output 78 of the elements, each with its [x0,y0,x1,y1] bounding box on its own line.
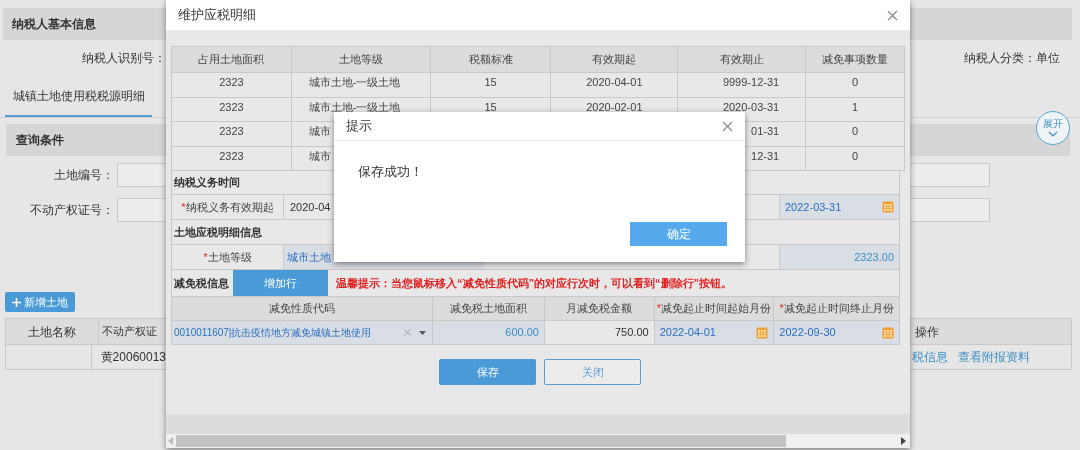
select-field[interactable]: 0010011607|抗击疫情地方减免城镇土地使用 [172,321,434,344]
table-cell: 15 [484,76,497,88]
field-label: 纳税人分类：单位 [964,50,1060,67]
add-land-button[interactable]: 新增土地 [5,292,75,312]
dialog-title: 提示 [346,117,372,136]
column-header: 占用土地面积 [172,47,292,73]
dialog-title: 维护应税明细 [178,6,256,25]
column-header: 土地等级 [291,47,431,73]
field-label: *纳税义务有效期起 [172,195,284,219]
table-cell: 0 [852,125,859,137]
table-cell: 2323 [219,100,244,113]
calendar-icon[interactable] [882,201,894,213]
calendar-icon[interactable] [756,326,769,339]
message-text: 保存成功！ [358,164,423,179]
table-cell: 2020-04-01 [586,76,643,88]
table-link[interactable]: 税信息 [912,348,948,366]
chevron-down-icon [1048,131,1058,137]
field-value: 2020-04 [290,199,331,215]
column-header: 不动产权证 [101,324,158,340]
column-header: 月减免税金额 [544,297,655,321]
input-field[interactable] [910,198,990,222]
calendar-icon[interactable] [882,326,894,339]
tab[interactable]: 城镇土地使用税税源明细 [5,77,152,117]
scroll-right-icon[interactable] [899,437,907,445]
table-cell: 12-31 [751,149,780,162]
section-title: 查询条件 [16,132,64,149]
scrollbar[interactable] [166,434,910,448]
caret-icon [419,330,427,335]
table-cell: 0 [852,149,859,162]
table-cell: 城市 [308,125,331,137]
date-field[interactable]: 2022-04-01 [654,321,775,344]
number-field[interactable]: 2323.00 [779,245,899,269]
column-header: 有效期起 [551,47,679,73]
table-cell: 750.00 [544,321,655,344]
column-header: 土地名称 [6,319,99,344]
table-cell: 城市土地-一级土地 [308,76,401,88]
section-title: 减免税信息 [174,275,229,291]
table-cell: 9999-12-31 [722,76,780,88]
date-field[interactable]: 2022-09-30 [774,321,899,344]
table-cell: 15 [484,100,497,113]
field-label: 纳税人识别号： [82,50,166,67]
table-cell: 2323 [219,149,244,162]
date-field[interactable]: 2022-03-31 [779,195,899,219]
add-row-button[interactable]: 增加行 [233,270,328,296]
close-icon[interactable] [887,9,898,21]
table-cell: 0 [852,76,859,88]
field-label: 土地编号： [54,167,115,184]
section-title: 纳税义务时间 [174,175,240,191]
table-link[interactable]: 查看附报资料 [958,348,1030,366]
section-title: 纳税人基本信息 [12,16,96,33]
table-cell: 2323 [219,76,244,88]
scroll-left-icon[interactable] [167,437,175,445]
save-button[interactable]: 保存 [439,359,536,385]
expand-button[interactable]: 展开 [1036,111,1070,145]
column-header: 减免事项数量 [806,47,905,73]
table-cell-text: 黄20060013 [99,349,166,366]
input-field[interactable] [117,198,166,222]
field-label: 不动产权证号： [30,202,115,219]
table-cell: 2323 [219,125,244,137]
close-icon[interactable] [722,120,733,132]
plus-icon [12,297,21,307]
number-field[interactable]: 600.00 [433,321,545,344]
input-field[interactable] [117,163,166,187]
column-header: 操作 [915,323,939,341]
table-cell: 1 [852,100,859,113]
column-header: 有效期止 [678,47,807,73]
table-cell: 2020-02-01 [586,100,643,113]
table-cell: 2020-03-31 [722,100,780,113]
table-cell: 城市土地-一级土地 [308,100,401,113]
ok-button[interactable]: 确定 [630,222,727,246]
column-header: 税额标准 [430,47,552,73]
input-field[interactable] [910,163,990,187]
close-button[interactable]: 关闭 [544,359,641,385]
section-title: 土地应税明细信息 [174,224,262,240]
close-icon[interactable] [404,329,412,336]
table-cell: 城市 [308,149,331,162]
hint-text: 温馨提示：当您鼠标移入“减免性质代码”的对应行次时，可以看到“删除行”按钮。 [336,275,732,291]
table-cell: 01-31 [751,125,780,137]
